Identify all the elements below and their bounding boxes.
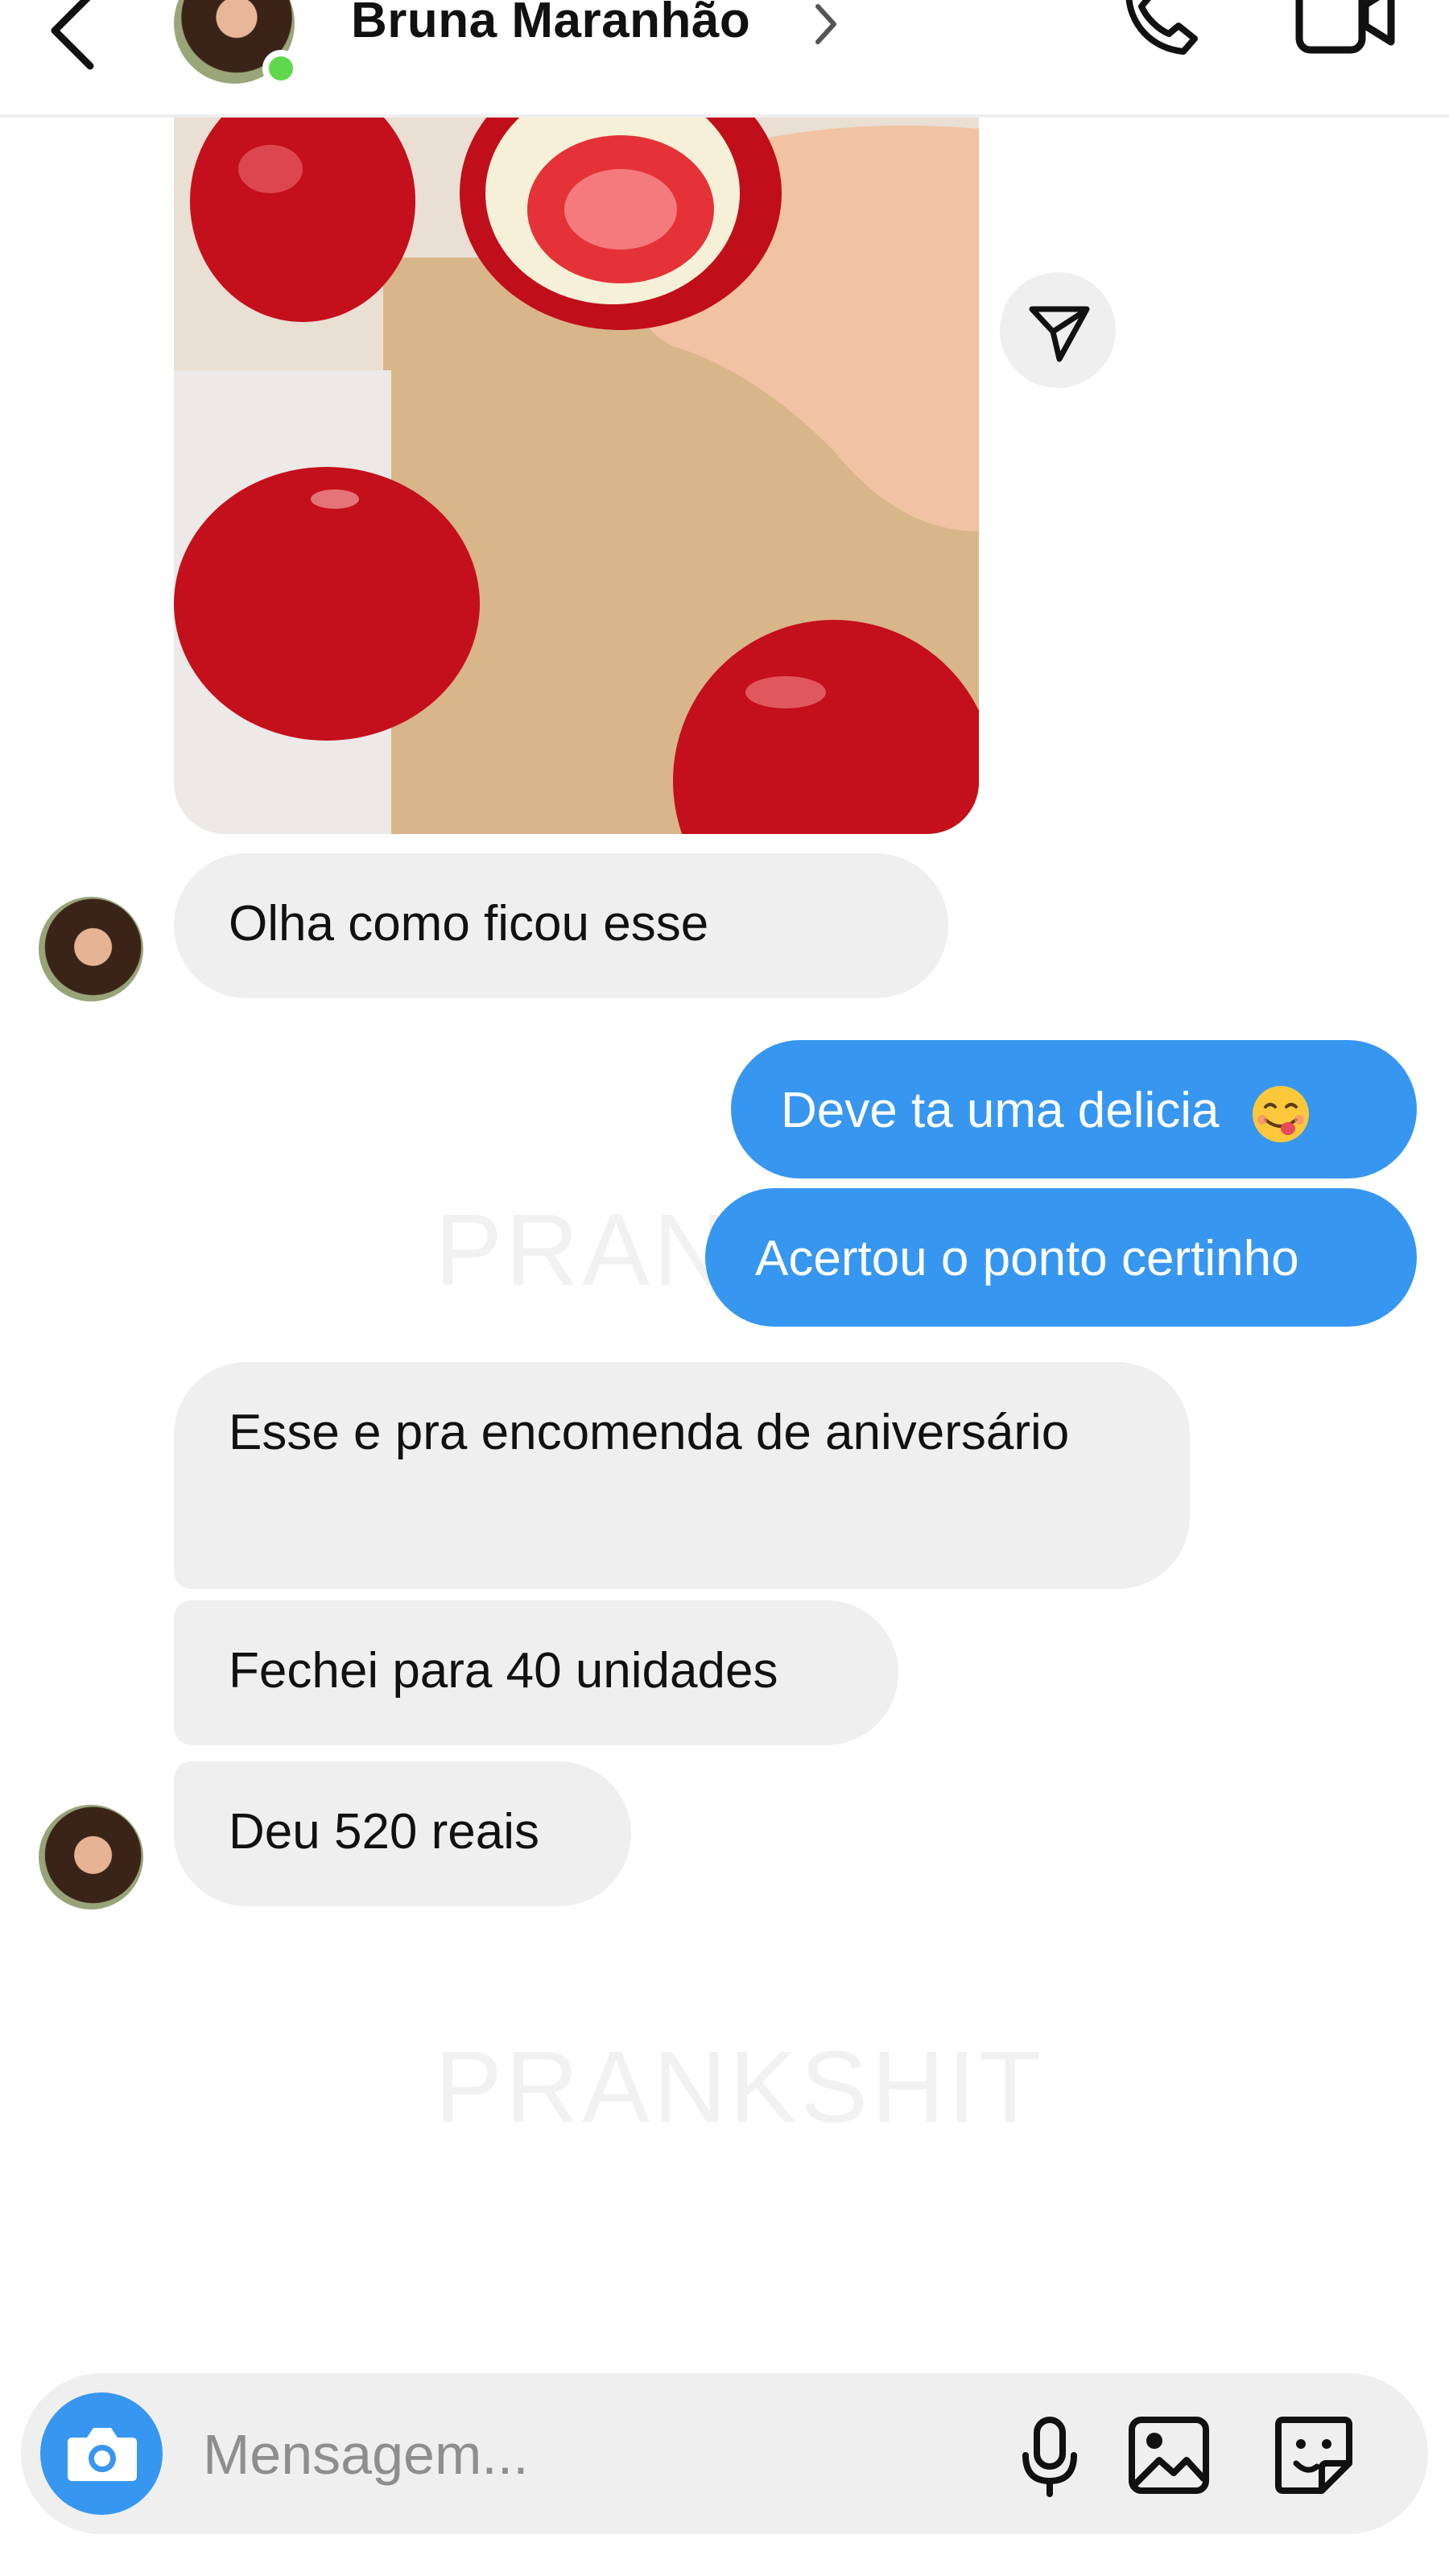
chevron-right-icon[interactable] [810, 0, 842, 48]
share-button[interactable] [1000, 272, 1116, 388]
message-incoming[interactable]: Olha como ficou esse [174, 853, 948, 998]
camera-icon [68, 2428, 137, 2481]
message-text: Deve ta uma delicia [781, 1083, 1220, 1138]
video-camera-icon[interactable] [1288, 0, 1401, 64]
online-status-dot [262, 50, 299, 87]
face-savoring-food-icon [1252, 1085, 1309, 1142]
shared-photo[interactable] [174, 80, 979, 834]
message-incoming[interactable]: Esse e pra encomenda de aniversário [174, 1362, 1190, 1589]
contact-avatar[interactable] [174, 0, 299, 87]
message-outgoing[interactable]: Acertou o ponto certinho [705, 1188, 1417, 1327]
sticker-icon[interactable] [1265, 2407, 1362, 2504]
contact-avatar-small[interactable] [39, 897, 143, 1001]
back-arrow-icon[interactable] [39, 0, 111, 72]
message-incoming[interactable]: Fechei para 40 unidades [174, 1600, 898, 1745]
message-composer [21, 2373, 1428, 2534]
message-input[interactable] [201, 2413, 977, 2496]
gallery-icon[interactable] [1121, 2407, 1217, 2504]
strawberry-dessert-image [174, 80, 979, 834]
phone-icon[interactable] [1111, 0, 1208, 64]
camera-button[interactable] [40, 2392, 163, 2515]
contact-avatar-small[interactable] [39, 1805, 143, 1909]
chat-header: Bruna Maranhão [0, 0, 1449, 118]
message-incoming[interactable]: Deu 520 reais [174, 1761, 631, 1906]
microphone-icon[interactable] [1001, 2407, 1098, 2504]
message-outgoing[interactable]: Deve ta uma delicia [731, 1040, 1417, 1179]
watermark: PRANKSHIT [435, 2030, 1045, 2144]
send-paper-plane-icon [1029, 306, 1090, 362]
contact-name[interactable]: Bruna Maranhão [351, 0, 750, 49]
